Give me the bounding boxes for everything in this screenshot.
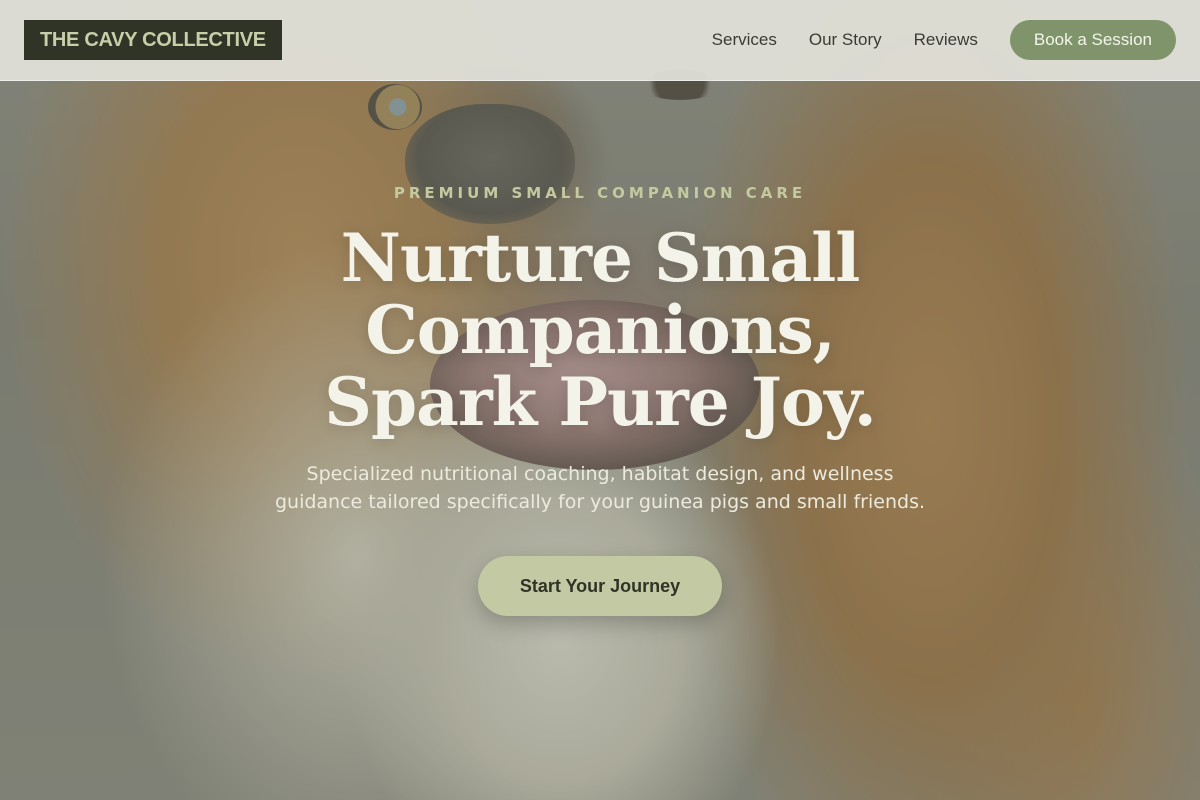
hero-headline: Nurture Small Companions, Spark Pure Joy… xyxy=(0,222,1200,438)
hero-subtext: Specialized nutritional coaching, habita… xyxy=(250,460,950,516)
hero-headline-line: Nurture Small xyxy=(340,219,861,297)
start-journey-button[interactable]: Start Your Journey xyxy=(478,556,722,616)
hero-headline-line: Companions, xyxy=(365,291,836,369)
hero-section: PREMIUM SMALL COMPANION CARE Nurture Sma… xyxy=(0,0,1200,800)
hero-eyebrow: PREMIUM SMALL COMPANION CARE xyxy=(393,184,807,202)
hero-headline-line: Spark Pure Joy. xyxy=(324,363,876,441)
hero-subtext-line: guidance tailored specifically for your … xyxy=(274,491,926,513)
hero-subtext-line: Specialized nutritional coaching, habita… xyxy=(306,463,894,485)
